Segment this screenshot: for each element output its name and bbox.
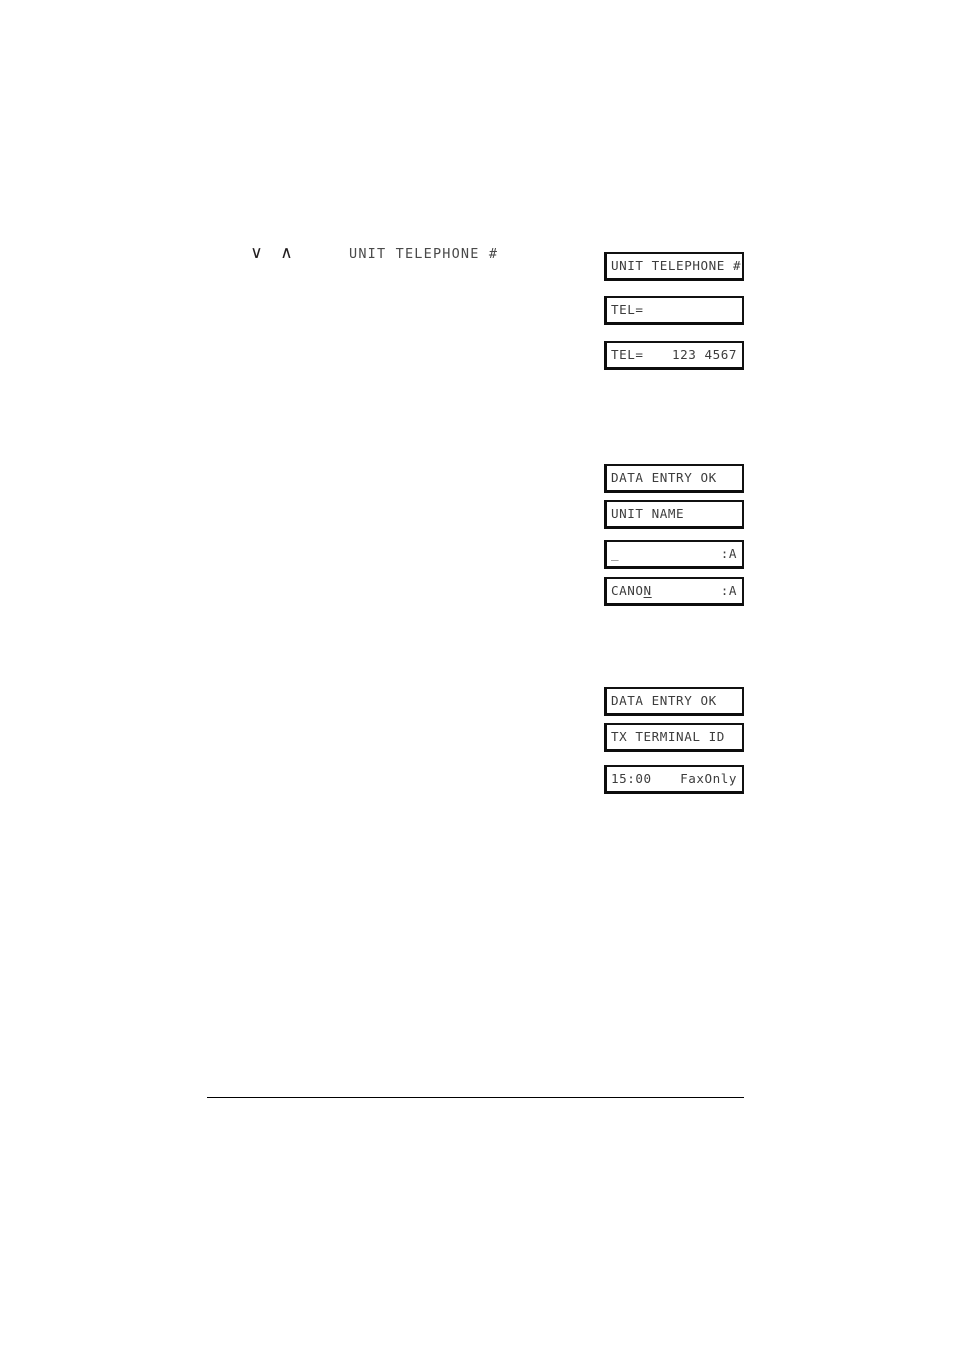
lcd-screen-standby-clock: 15:00 FaxOnly (604, 765, 744, 794)
lcd-screen-data-entry-ok: DATA ENTRY OK (604, 687, 744, 716)
lcd-line-left: UNIT NAME (611, 506, 685, 521)
lcd-line-left: DATA ENTRY OK (611, 470, 717, 485)
footer-divider (207, 1097, 744, 1098)
lcd-line-left: DATA ENTRY OK (611, 693, 717, 708)
lcd-line-right: 123 4567 (671, 347, 737, 362)
lcd-clock-time: 15:00 (611, 771, 652, 786)
lcd-group-tx-terminal-id: DATA ENTRY OK TX TERMINAL ID 15:00 FaxOn… (604, 687, 744, 794)
lcd-screen-tx-terminal-id-prompt: TX TERMINAL ID (604, 723, 744, 752)
lcd-line-left: TEL= (611, 302, 644, 317)
lcd-line-left: TEL= (611, 347, 644, 362)
lcd-input-mode-indicator: :A (720, 546, 737, 561)
lcd-line-left: UNIT TELEPHONE # (611, 258, 742, 273)
lcd-cursor-placeholder: _ (611, 546, 620, 561)
lcd-input-mode-indicator: :A (720, 583, 737, 598)
chevron-up-icon[interactable]: ∧ (280, 243, 293, 263)
lcd-line-left: CANON (611, 583, 652, 598)
instruction-label: UNIT TELEPHONE # (349, 246, 499, 262)
lcd-receive-mode: FaxOnly (680, 771, 737, 786)
lcd-screen-tel-filled: TEL= 123 4567 (604, 341, 744, 370)
lcd-group-unit-name: DATA ENTRY OK UNIT NAME _ :A CANON :A (604, 464, 744, 606)
lcd-screen-unit-name-canon: CANON :A (604, 577, 744, 606)
chevron-down-icon[interactable]: ∨ (250, 243, 263, 263)
manual-page: ∨ ∧ UNIT TELEPHONE # UNIT TELEPHONE # TE… (0, 0, 954, 1351)
lcd-screen-unit-name-empty: _ :A (604, 540, 744, 569)
lcd-group-unit-telephone: UNIT TELEPHONE # TEL= TEL= 123 4567 (604, 252, 744, 370)
lcd-screen-data-entry-ok: DATA ENTRY OK (604, 464, 744, 493)
instruction-step: ∨ ∧ UNIT TELEPHONE # (250, 243, 498, 264)
lcd-screen-unit-telephone-prompt: UNIT TELEPHONE # (604, 252, 744, 281)
navigation-chevrons: ∨ ∧ (250, 243, 293, 263)
lcd-line-left: TX TERMINAL ID (611, 729, 725, 744)
lcd-screen-unit-name-prompt: UNIT NAME (604, 500, 744, 529)
lcd-screen-tel-empty: TEL= (604, 296, 744, 325)
